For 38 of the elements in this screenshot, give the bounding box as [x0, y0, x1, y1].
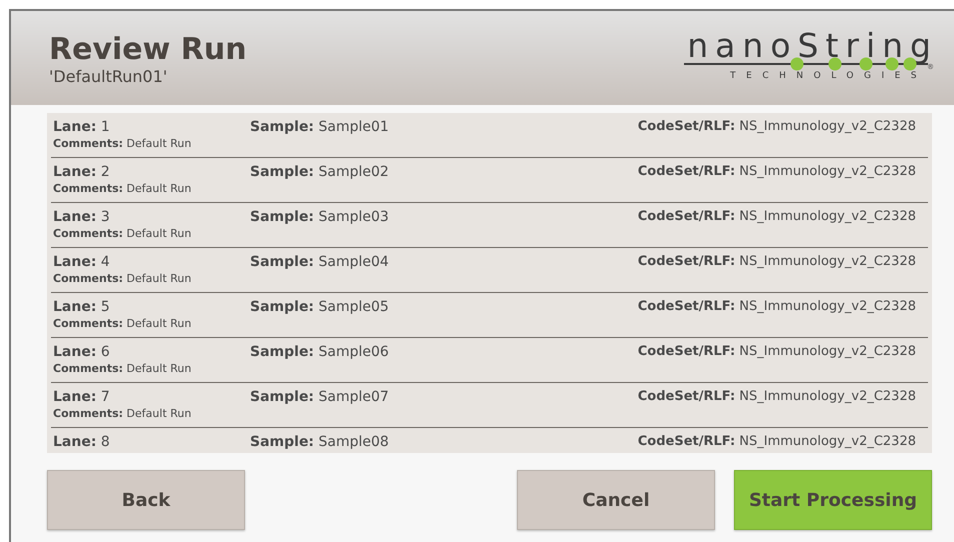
codeset-name: CodeSet/RLF: NS_Immunology_v2_C2328	[638, 209, 916, 225]
codeset-name: CodeSet/RLF: NS_Immunology_v2_C2328	[638, 389, 916, 405]
start-button[interactable]: Start Processing	[734, 470, 932, 530]
codeset-name: CodeSet/RLF: NS_Immunology_v2_C2328	[638, 434, 916, 450]
lane-number: Lane: 2	[53, 164, 111, 180]
codeset-name: CodeSet/RLF: NS_Immunology_v2_C2328	[638, 299, 916, 315]
sample-name: Sample: Sample02	[250, 164, 390, 180]
lane-number: Lane: 4	[53, 254, 111, 270]
lane-comments: Comments: Default Run	[53, 227, 192, 240]
lane-comments: Comments: Default Run	[53, 317, 192, 330]
lane-number: Lane: 5	[53, 299, 111, 315]
lane-number: Lane: 8	[53, 434, 111, 450]
lane-number: Lane: 3	[53, 209, 111, 225]
codeset-name: CodeSet/RLF: NS_Immunology_v2_C2328	[638, 254, 916, 270]
lane-number: Lane: 7	[53, 389, 111, 405]
codeset-name: CodeSet/RLF: NS_Immunology_v2_C2328	[638, 344, 916, 360]
sample-name: Sample: Sample05	[250, 299, 390, 315]
lane-number: Lane: 1	[53, 119, 111, 135]
lane-comments: Comments: Default Run	[53, 137, 192, 150]
codeset-name: CodeSet/RLF: NS_Immunology_v2_C2328	[638, 164, 916, 180]
logo-tagline: TECHNOLOGIES	[730, 71, 927, 81]
lane-comments: Comments: Default Run	[53, 182, 192, 195]
sample-name: Sample: Sample08	[250, 434, 390, 450]
codeset-name: CodeSet/RLF: NS_Immunology_v2_C2328	[638, 119, 916, 135]
lane-comments: Comments: Default Run	[53, 272, 192, 285]
sample-name: Sample: Sample07	[250, 389, 390, 405]
run-name: 'DefaultRun01'	[49, 67, 168, 86]
sample-name: Sample: Sample06	[250, 344, 390, 360]
sample-name: Sample: Sample04	[250, 254, 390, 270]
action-button[interactable]: Cancel	[517, 470, 715, 530]
sample-name: Sample: Sample03	[250, 209, 390, 225]
sample-name: Sample: Sample01	[250, 119, 390, 135]
lane-number: Lane: 6	[53, 344, 111, 360]
action-button[interactable]: Back	[47, 470, 245, 530]
lane-comments: Comments: Default Run	[53, 362, 192, 375]
page-title: Review Run	[49, 33, 247, 67]
lane-comments: Comments: Default Run	[53, 407, 192, 420]
logo-wordmark: nanoString	[687, 29, 938, 63]
